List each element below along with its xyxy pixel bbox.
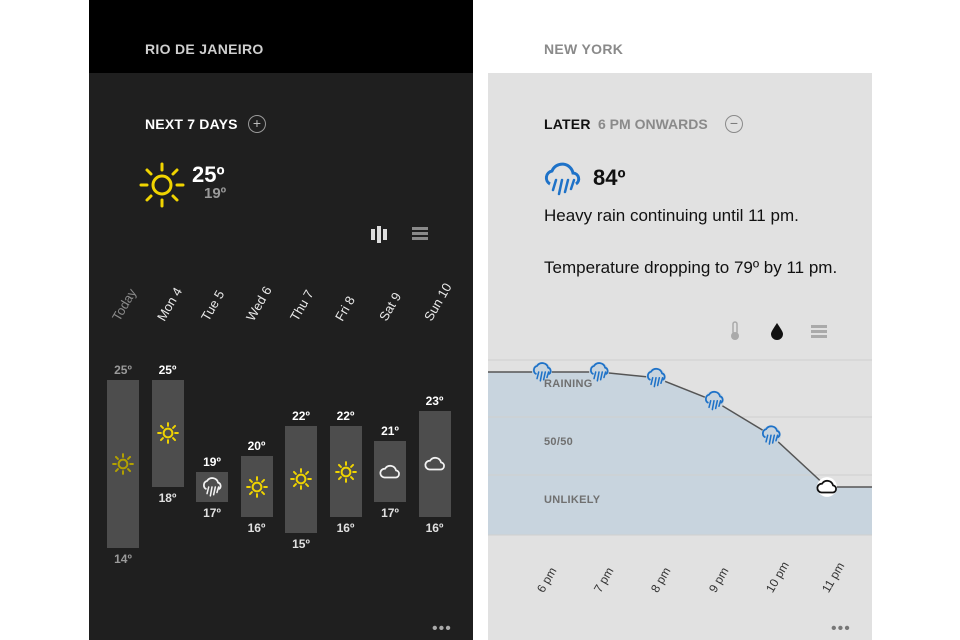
rio-weather-panel: RIO DE JANEIRO NEXT 7 DAYS + 25º 19º Tod… [89,0,473,640]
rain-chance-level-label: 50/50 [544,436,574,448]
day-label: Wed 6 [242,283,275,324]
rain-cloud-icon [761,425,781,446]
low-temperature: 15º [292,536,310,551]
bar-chart-view-icon[interactable] [370,225,388,243]
rio-current-low: 19º [204,185,227,202]
day-label: Tue 5 [198,287,228,324]
raindrop-icon[interactable] [770,322,784,340]
sun-icon [290,468,312,495]
low-temperature: 17º [203,506,221,521]
ny-rain-description: Heavy rain continuing until 11 pm. [544,206,799,225]
low-temperature: 17º [381,506,399,521]
ny-section-title: LATER [544,116,591,132]
cloud-icon [816,477,837,497]
collapse-button[interactable]: − [725,115,743,133]
list-view-icon[interactable] [811,324,827,340]
hour-label: 11 pm [819,559,848,595]
sun-icon [156,422,179,449]
low-temperature: 16º [247,521,266,536]
hour-label: 6 pm [534,564,560,595]
high-temperature: 19º [203,454,221,469]
day-label: Sun 10 [420,280,455,324]
low-temperature: 18º [158,490,177,505]
day-label: Thu 7 [287,287,317,324]
heavy-rain-icon [544,162,581,196]
more-options-button[interactable]: ••• [831,621,851,637]
low-temperature: 14º [114,552,132,566]
sun-icon [139,162,185,208]
list-view-icon[interactable] [412,226,428,242]
high-temperature: 25º [158,363,177,377]
hour-label: 8 pm [648,564,674,595]
more-options-button[interactable]: ••• [432,621,452,637]
sun-icon [334,460,357,488]
high-temperature: 21º [381,424,399,439]
ny-temperature-description: Temperature dropping to 79º by 11 pm. [544,258,838,277]
high-temperature: 22º [292,408,310,423]
hour-label: 9 pm [706,564,732,595]
day-label: Fri 8 [331,293,358,324]
ny-city-name: NEW YORK [544,41,624,57]
low-temperature: 16º [336,521,355,536]
rain-cloud-icon [704,390,724,411]
cloud-icon [424,453,446,480]
ny-current-temp: 84º [593,165,626,190]
thermometer-icon[interactable] [729,321,741,341]
rain-cloud-icon [646,367,666,388]
ny-section-subtitle: 6 PM ONWARDS [598,116,708,132]
rain-cloud-icon [201,476,223,503]
high-temperature: 20º [247,439,266,454]
ny-header: NEW YORK [488,0,872,73]
ny-weather-panel: NEW YORK LATER 6 PM ONWARDS − 84º Heavy … [488,0,872,640]
hour-label: 10 pm [763,559,792,595]
rio-header: RIO DE JANEIRO [89,0,473,73]
high-temperature: 22º [336,408,355,423]
rio-section-title: NEXT 7 DAYS [145,116,238,132]
expand-button[interactable]: + [248,115,266,133]
hour-label: 7 pm [591,564,617,595]
rain-chance-level-label: UNLIKELY [544,494,601,506]
day-label: Sat 9 [376,289,405,324]
rain-chance-level-label: RAINING [544,378,593,390]
rio-city-name: RIO DE JANEIRO [145,41,264,57]
high-temperature: 25º [114,363,132,377]
day-label: Mon 4 [153,284,185,324]
sun-icon [245,476,268,503]
cloud-icon [379,461,401,488]
sun-icon [112,453,134,480]
day-label: Today [109,285,140,324]
high-temperature: 23º [425,393,444,408]
low-temperature: 16º [425,521,444,536]
